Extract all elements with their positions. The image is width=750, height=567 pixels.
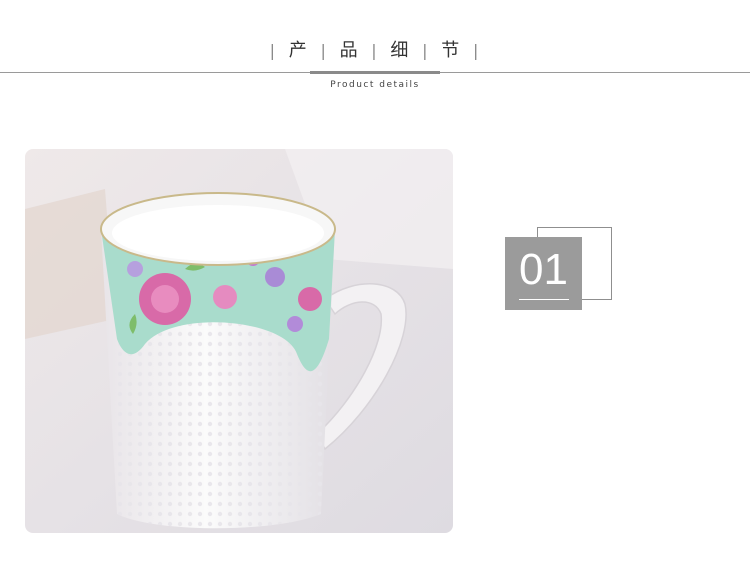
title-divider: | [371,41,379,60]
section-title: | 产 | 品 | 细 | 节 | [266,36,485,66]
section-subtitle: Product details [330,80,420,90]
title-divider: | [269,41,277,60]
section-header: | 产 | 品 | 细 | 节 | [0,36,750,66]
number-badge: 01 [505,237,582,310]
title-char-1: 产 [288,40,309,61]
title-char-2: 品 [339,40,360,61]
title-divider: | [320,41,328,60]
header-rule-accent [310,71,440,74]
title-divider: | [422,41,430,60]
title-char-3: 细 [390,40,411,61]
detail-number: 01 [519,245,568,294]
title-char-4: 节 [441,40,462,61]
product-photo [25,149,453,533]
mug-illustration [25,149,453,533]
number-underline [519,299,569,300]
title-divider: | [473,41,481,60]
